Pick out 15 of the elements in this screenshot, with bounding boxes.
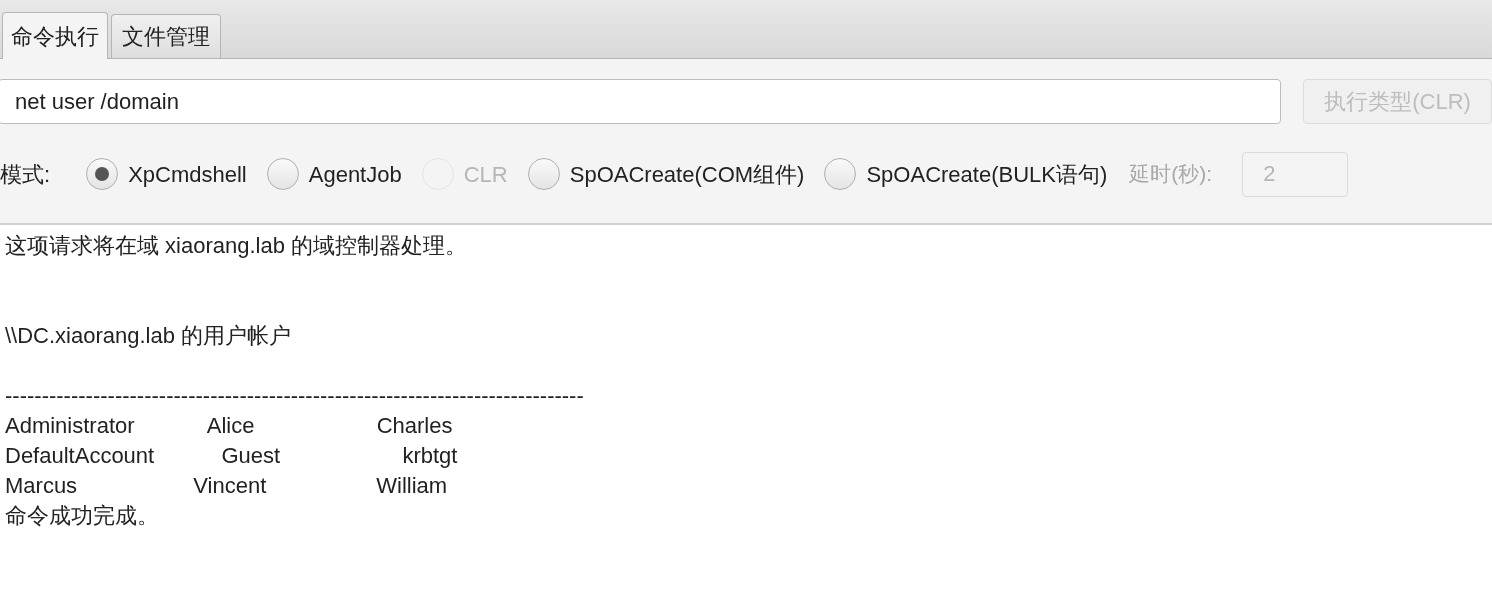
radio-label: AgentJob <box>308 160 402 189</box>
output-text: 这项请求将在域 xiaorang.lab 的域控制器处理。 \\DC.xiaorang.lab 的用户帐户 ------------------------------------------------------------------------------- Administrator Alice Charles DefaultAccount Guest krbtgt Marcus Vincent William 命令成功完成。 <box>4 232 585 530</box>
radio-button[interactable] <box>266 158 299 190</box>
radio-button[interactable] <box>824 158 857 190</box>
tab[interactable]: 命令执行 <box>2 12 108 59</box>
command-input[interactable]: net user /domain <box>0 79 1282 124</box>
tab[interactable]: 文件管理 <box>111 14 221 58</box>
mode-label: 模式: <box>0 160 51 189</box>
radio-button[interactable] <box>527 158 560 190</box>
radio-label: SpOACreate(BULK语句) <box>866 160 1108 189</box>
radio-button[interactable] <box>86 158 119 190</box>
radio-label: XpCmdshell <box>128 160 247 189</box>
delay-label: 延时(秒): <box>1129 161 1213 188</box>
radio-label: CLR <box>463 160 508 189</box>
radio-label: SpOACreate(COM组件) <box>569 160 805 189</box>
